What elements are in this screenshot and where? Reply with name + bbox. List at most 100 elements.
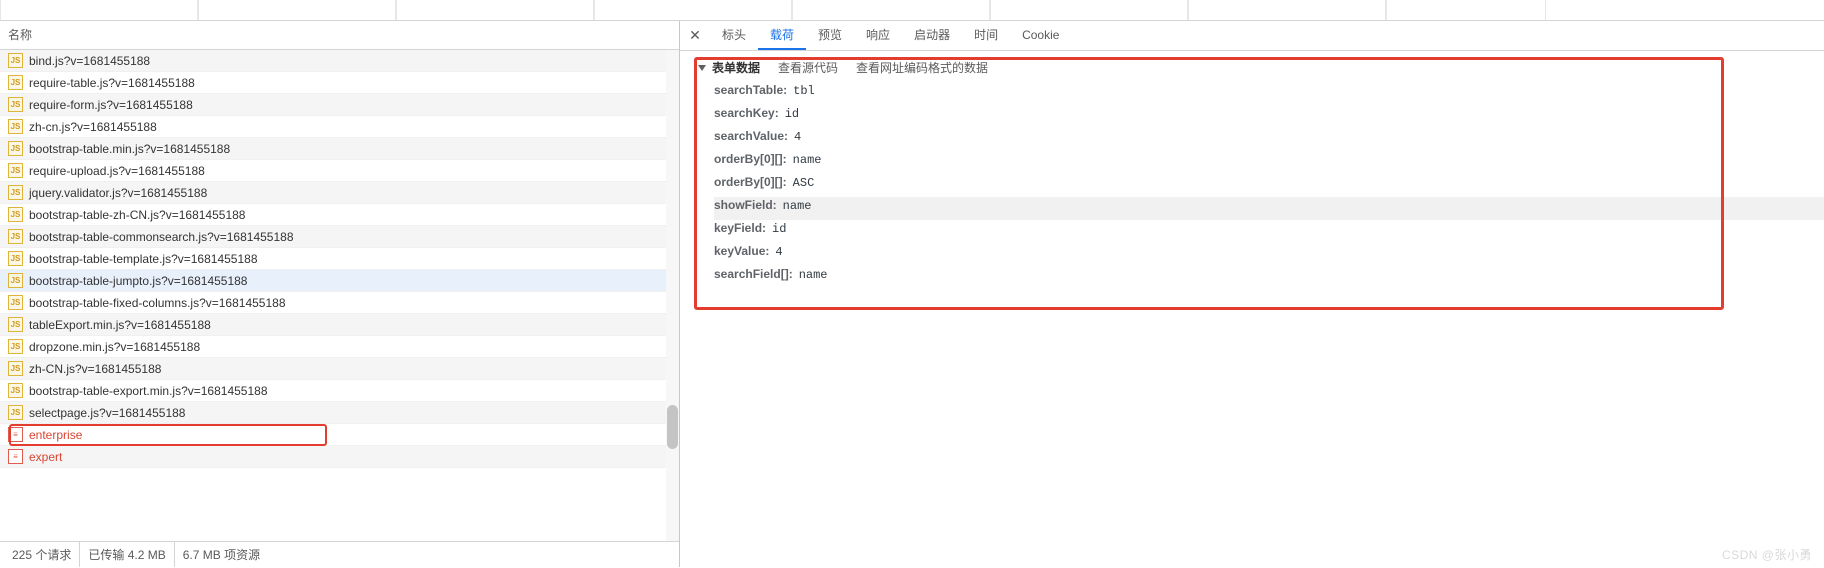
js-file-icon: JS	[8, 295, 23, 310]
param-value: name	[799, 268, 828, 282]
param-value: 4	[775, 245, 782, 259]
js-file-icon: JS	[8, 141, 23, 156]
param-row[interactable]: showField:name	[714, 197, 1824, 220]
network-requests-panel: 名称 JSbind.js?v=1681455188JSrequire-table…	[0, 21, 680, 567]
scrollbar-track[interactable]	[666, 50, 679, 541]
param-row[interactable]: searchValue:4	[714, 128, 1824, 151]
js-file-icon: JS	[8, 185, 23, 200]
status-requests: 225 个请求	[4, 542, 80, 567]
js-file-icon: JS	[8, 207, 23, 222]
request-row[interactable]: JSdropzone.min.js?v=1681455188	[0, 336, 679, 358]
param-key: keyField:	[714, 221, 766, 235]
request-name: bootstrap-table.min.js?v=1681455188	[29, 142, 230, 156]
main-area: 名称 JSbind.js?v=1681455188JSrequire-table…	[0, 21, 1824, 567]
filter-tab[interactable]	[198, 0, 396, 20]
request-row[interactable]: JSrequire-upload.js?v=1681455188	[0, 160, 679, 182]
request-name: jquery.validator.js?v=1681455188	[29, 186, 207, 200]
status-transferred: 已传输 4.2 MB	[80, 542, 174, 567]
form-data-label: 表单数据	[712, 59, 760, 76]
js-file-icon: JS	[8, 361, 23, 376]
payload-header: 表单数据 查看源代码 查看网址编码格式的数据	[690, 59, 1824, 76]
param-row[interactable]: orderBy[0][]:ASC	[714, 174, 1824, 197]
js-file-icon: JS	[8, 97, 23, 112]
param-row[interactable]: keyValue: 4	[714, 243, 1824, 266]
tab-cookies[interactable]: Cookie	[1010, 21, 1071, 50]
param-value: name	[793, 153, 822, 167]
view-url-encoded-link[interactable]: 查看网址编码格式的数据	[856, 59, 988, 76]
js-file-icon: JS	[8, 229, 23, 244]
filter-tabs-bar	[0, 0, 1824, 21]
param-key: searchTable:	[714, 83, 787, 97]
request-row[interactable]: JSrequire-form.js?v=1681455188	[0, 94, 679, 116]
request-name: require-upload.js?v=1681455188	[29, 164, 205, 178]
param-key: searchValue:	[714, 129, 788, 143]
tab-initiator[interactable]: 启动器	[902, 21, 962, 50]
js-file-icon: JS	[8, 119, 23, 134]
filter-tab[interactable]	[396, 0, 594, 20]
request-name: zh-CN.js?v=1681455188	[29, 362, 161, 376]
request-row[interactable]: JS bootstrap-table-export.min.js?v=168145…	[0, 380, 679, 402]
request-name: dropzone.min.js?v=1681455188	[29, 340, 200, 354]
form-data-title[interactable]: 表单数据	[698, 59, 760, 76]
request-name: bootstrap-table-zh-CN.js?v=1681455188	[29, 208, 245, 222]
param-row[interactable]: searchKey:id	[714, 105, 1824, 128]
tab-response[interactable]: 响应	[854, 21, 902, 50]
chevron-down-icon[interactable]	[698, 65, 706, 71]
tab-headers[interactable]: 标头	[710, 21, 758, 50]
tab-payload[interactable]: 载荷	[758, 21, 806, 50]
request-row[interactable]: JS bootstrap-table.min.js?v=1681455188	[0, 138, 679, 160]
js-file-icon: JS	[8, 405, 23, 420]
param-key: searchField[]:	[714, 267, 793, 281]
document-file-icon: ≡	[8, 449, 23, 464]
filter-tab[interactable]	[990, 0, 1188, 20]
request-detail-panel: ✕ 标头 载荷 预览 响应 启动器 时间 Cookie 表单数据 查看源代码 查…	[680, 21, 1824, 567]
request-row[interactable]: JStableExport.min.js?v=1681455188	[0, 314, 679, 336]
request-list[interactable]: JSbind.js?v=1681455188JSrequire-table.js…	[0, 50, 679, 541]
request-row[interactable]: JS jquery.validator.js?v=1681455188	[0, 182, 679, 204]
js-file-icon: JS	[8, 383, 23, 398]
column-header-name[interactable]: 名称	[0, 21, 679, 50]
request-name: bootstrap-table-export.min.js?v=16814551…	[29, 384, 268, 398]
detail-tabs: ✕ 标头 载荷 预览 响应 启动器 时间 Cookie	[680, 21, 1824, 51]
request-row[interactable]: ≡ expert	[0, 446, 679, 468]
view-source-link[interactable]: 查看源代码	[778, 59, 838, 76]
tab-preview[interactable]: 预览	[806, 21, 854, 50]
watermark: CSDN @张小勇	[1722, 546, 1812, 563]
param-row[interactable]: searchTable:tbl	[714, 82, 1824, 105]
request-name: bootstrap-table-fixed-columns.js?v=16814…	[29, 296, 286, 310]
filter-tab[interactable]	[1386, 0, 1546, 20]
filter-tab[interactable]	[1188, 0, 1386, 20]
request-row[interactable]: JSbootstrap-table-template.js?v=16814551…	[0, 248, 679, 270]
scrollbar-thumb[interactable]	[667, 405, 678, 449]
close-icon[interactable]: ✕	[684, 25, 706, 47]
request-name: expert	[29, 450, 62, 464]
js-file-icon: JS	[8, 273, 23, 288]
param-key: keyValue:	[714, 244, 769, 258]
request-row[interactable]: ≡enterprise	[0, 424, 679, 446]
param-row[interactable]: keyField:id	[714, 220, 1824, 243]
param-row[interactable]: searchField[]: name	[714, 266, 1824, 289]
request-name: tableExport.min.js?v=1681455188	[29, 318, 211, 332]
payload-body: 表单数据 查看源代码 查看网址编码格式的数据 searchTable:tblse…	[680, 51, 1824, 289]
request-row[interactable]: JS bootstrap-table-jumpto.js?v=1681455188	[0, 270, 679, 292]
request-row[interactable]: JS zh-CN.js?v=1681455188	[0, 358, 679, 380]
param-row[interactable]: orderBy[0][]:name	[714, 151, 1824, 174]
request-name: enterprise	[29, 428, 82, 442]
request-name: bootstrap-table-jumpto.js?v=1681455188	[29, 274, 247, 288]
param-value: name	[783, 199, 812, 213]
filter-tab[interactable]	[792, 0, 990, 20]
param-list: searchTable:tblsearchKey:idsearchValue:4…	[690, 82, 1824, 289]
request-row[interactable]: JSselectpage.js?v=1681455188	[0, 402, 679, 424]
request-name: bootstrap-table-template.js?v=1681455188	[29, 252, 258, 266]
tab-timing[interactable]: 时间	[962, 21, 1010, 50]
filter-tab[interactable]	[594, 0, 792, 20]
request-row[interactable]: JS bootstrap-table-zh-CN.js?v=1681455188	[0, 204, 679, 226]
request-row[interactable]: JSrequire-table.js?v=1681455188	[0, 72, 679, 94]
request-row[interactable]: JSbind.js?v=1681455188	[0, 50, 679, 72]
request-row[interactable]: JS bootstrap-table-fixed-columns.js?v=168…	[0, 292, 679, 314]
request-row[interactable]: JSbootstrap-table-commonsearch.js?v=1681…	[0, 226, 679, 248]
filter-tab[interactable]	[0, 0, 198, 20]
js-file-icon: JS	[8, 75, 23, 90]
request-row[interactable]: JSzh-cn.js?v=1681455188	[0, 116, 679, 138]
js-file-icon: JS	[8, 53, 23, 68]
